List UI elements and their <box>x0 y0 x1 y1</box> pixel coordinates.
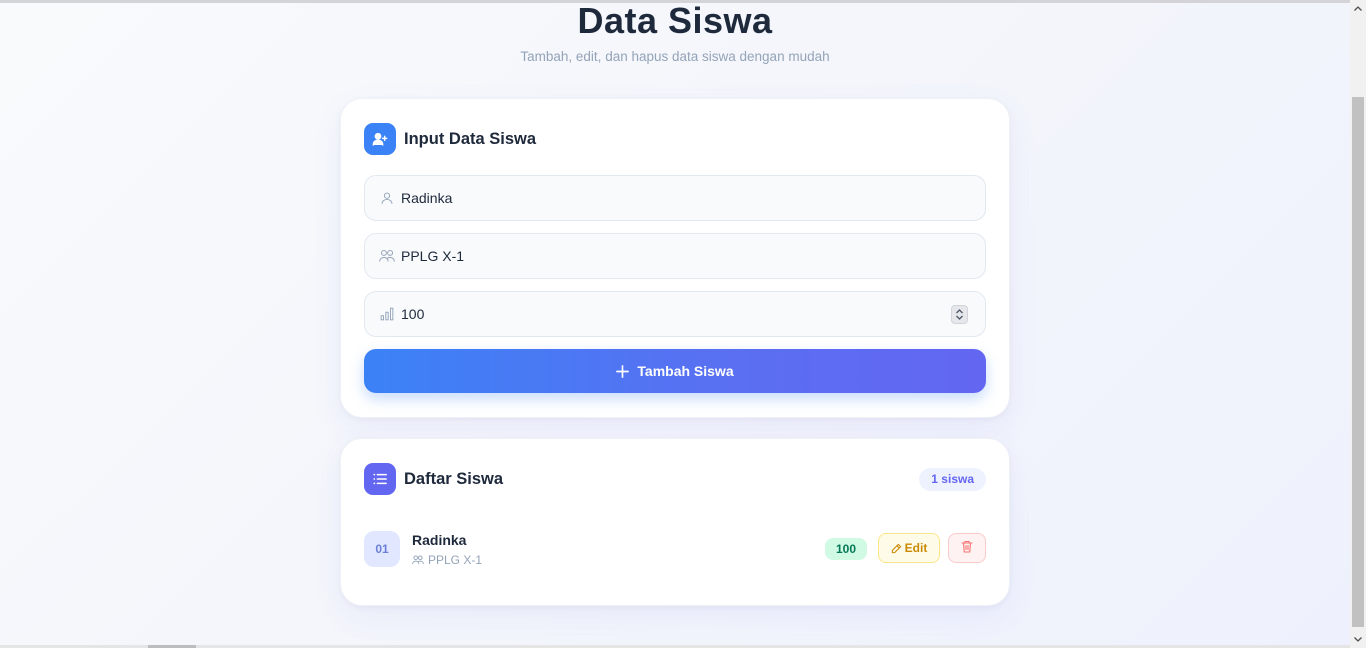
add-student-button[interactable]: Tambah Siswa <box>364 349 986 393</box>
name-field[interactable] <box>364 175 986 221</box>
user-plus-icon <box>364 123 396 155</box>
scrollbar-thumb[interactable] <box>1352 97 1364 627</box>
student-count-badge: 1 siswa <box>919 468 986 491</box>
delete-button[interactable] <box>948 533 986 563</box>
student-number: 01 <box>364 531 400 567</box>
student-list-card: Daftar Siswa 1 siswa 01 Radinka PPLG X-1… <box>340 438 1010 606</box>
student-score-badge: 100 <box>825 538 867 560</box>
student-row: 01 Radinka PPLG X-1 100 Edit <box>364 531 986 569</box>
users-icon <box>412 555 424 565</box>
list-card-header: Daftar Siswa <box>364 463 503 495</box>
spinner-arrows-icon <box>956 309 963 320</box>
list-card-title: Daftar Siswa <box>404 469 504 488</box>
add-student-label: Tambah Siswa <box>637 363 734 379</box>
student-class-label: PPLG X-1 <box>428 553 483 567</box>
edit-button[interactable]: Edit <box>878 533 940 563</box>
page-title: Data Siswa <box>577 0 773 41</box>
vertical-scrollbar[interactable] <box>1350 0 1366 648</box>
user-icon <box>379 190 395 206</box>
scroll-up-icon[interactable] <box>1350 0 1366 17</box>
student-name: Radinka <box>412 532 467 548</box>
plus-icon <box>616 364 630 378</box>
name-input[interactable] <box>401 190 941 206</box>
users-icon <box>379 248 395 264</box>
list-icon <box>364 463 396 495</box>
bar-chart-icon <box>379 306 395 322</box>
input-card-title: Input Data Siswa <box>404 129 537 148</box>
student-class: PPLG X-1 <box>412 553 482 567</box>
page-subtitle: Tambah, edit, dan hapus data siswa denga… <box>520 49 830 64</box>
score-input[interactable] <box>401 306 941 322</box>
input-card: Input Data Siswa Radinka PPLG X-1 100 Ta… <box>340 98 1010 418</box>
edit-button-label: Edit <box>904 541 928 555</box>
trash-icon <box>961 540 973 556</box>
pencil-icon <box>891 543 902 554</box>
scroll-down-icon[interactable] <box>1350 631 1366 648</box>
class-input[interactable] <box>401 248 941 264</box>
class-field[interactable] <box>364 233 986 279</box>
input-card-header: Input Data Siswa <box>364 123 536 155</box>
score-field[interactable] <box>364 291 986 337</box>
number-spinner[interactable] <box>951 305 968 324</box>
